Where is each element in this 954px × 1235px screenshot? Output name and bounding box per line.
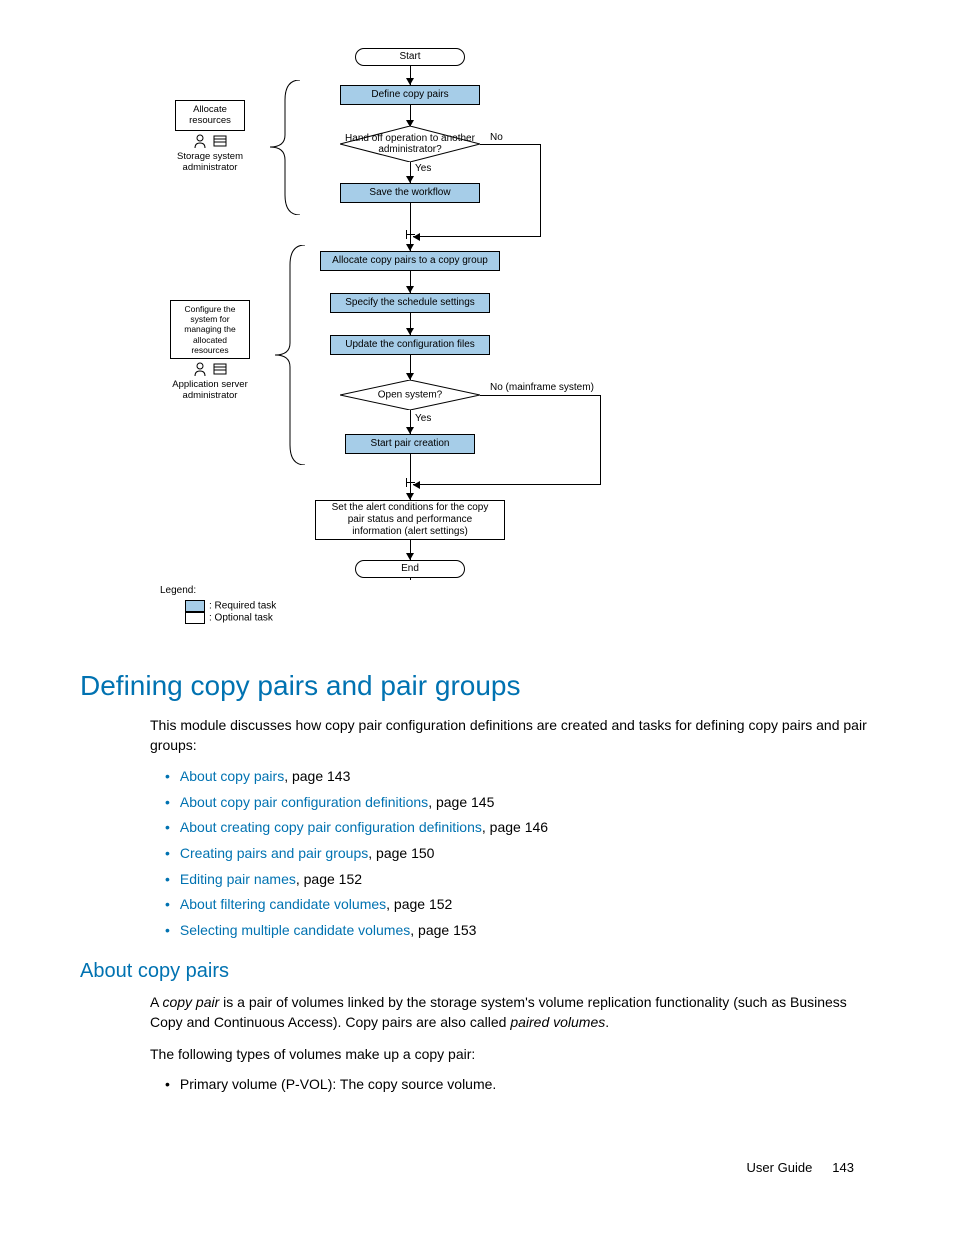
sidebox-role-2: Application server administrator [170,379,250,402]
sidebox-configure-system: Configure the system for managing the al… [170,300,250,359]
flow-start-pair-creation: Start pair creation [345,434,475,454]
link-about-config-defs[interactable]: About copy pair configuration definition… [180,794,428,810]
brace-1 [255,80,305,215]
link-about-creating-config-defs[interactable]: About creating copy pair configuration d… [180,819,482,835]
link-filtering-volumes[interactable]: About filtering candidate volumes [180,896,386,912]
flow-define-pairs: Define copy pairs [340,85,480,105]
sidebox-allocate-resources: Allocate resources [175,100,245,131]
flow-handoff-decision: Hand off operation to another administra… [340,126,480,162]
heading-defining-copy-pairs: Defining copy pairs and pair groups [80,670,874,702]
link-editing-pair-names[interactable]: Editing pair names [180,871,296,887]
flow-start: Start [355,48,465,66]
toc-links: About copy pairs, page 143 About copy pa… [165,767,874,940]
link-selecting-volumes[interactable]: Selecting multiple candidate volumes [180,922,410,938]
label-no: No [490,132,503,143]
flow-end: End [355,560,465,578]
flow-open-system-decision: Open system? [340,380,480,410]
link-creating-pairs[interactable]: Creating pairs and pair groups [180,845,368,861]
bullet-pvol: Primary volume (P-VOL): The copy source … [165,1076,874,1092]
label-no-mainframe: No (mainframe system) [490,382,594,393]
flow-save-workflow: Save the workflow [340,183,480,203]
heading-about-copy-pairs: About copy pairs [80,960,874,983]
para-copy-pair-def: A copy pair is a pair of volumes linked … [150,993,874,1032]
flow-update-config: Update the configuration files [330,335,490,355]
flow-schedule: Specify the schedule settings [330,293,490,313]
flow-allocate-group: Allocate copy pairs to a copy group [320,251,500,271]
workflow-flowchart: Start Define copy pairs Hand off operati… [160,40,680,640]
flow-alert-settings: Set the alert conditions for the copy pa… [315,500,505,540]
label-yes-2: Yes [415,413,431,424]
legend: Legend: : Required task : Optional task [160,585,276,624]
admin-icons-2 [170,361,250,377]
brace-2 [260,245,310,465]
intro-paragraph: This module discusses how copy pair conf… [150,716,874,755]
sidebox-role-1: Storage system administrator [175,151,245,174]
link-about-copy-pairs[interactable]: About copy pairs [180,768,284,784]
para-types-intro: The following types of volumes make up a… [150,1045,874,1065]
admin-icons-1 [175,133,245,149]
label-yes-1: Yes [415,163,431,174]
page-footer: User Guide143 [747,1160,854,1175]
